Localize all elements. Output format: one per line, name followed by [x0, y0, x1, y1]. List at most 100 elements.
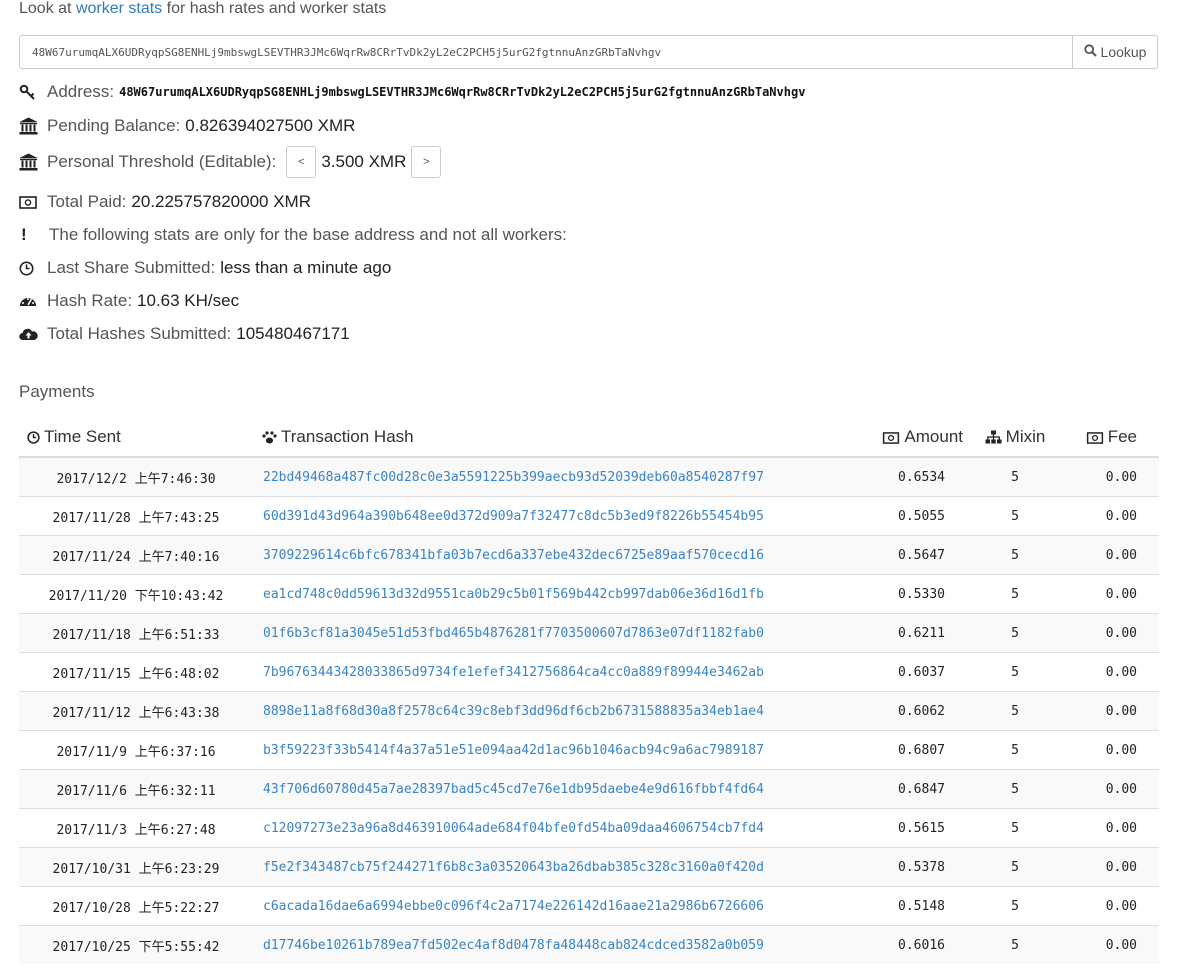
money-icon: [19, 195, 47, 209]
pending-balance-label: Pending Balance:: [47, 116, 181, 135]
header-fee[interactable]: Fee: [1063, 419, 1159, 458]
last-share-value: less than a minute ago: [220, 258, 392, 277]
cell-time: 2017/11/15 上午6:48:02: [19, 652, 253, 692]
lookup-button-label: Lookup: [1100, 44, 1147, 60]
payments-body: 2017/12/2 上午7:46:30 22bd49468a487fc00d28c…: [19, 456, 1159, 964]
cell-hash: b3f59223f33b5414f4a37a51e51e094aa42d1ac9…: [253, 730, 827, 770]
cell-fee: 0.00: [1063, 925, 1159, 964]
transaction-hash-link[interactable]: 8898e11a8f68d30a8f2578c64c39c8ebf3dd96df…: [263, 704, 764, 719]
key-icon: [19, 84, 47, 101]
transaction-hash-link[interactable]: 7b96763443428033865d9734fe1efef341275686…: [263, 665, 764, 680]
total-paid-row: Total Paid: 20.225757820000 XMR: [19, 190, 311, 214]
cell-amount: 0.5647: [827, 535, 967, 575]
cell-time: 2017/11/18 上午6:51:33: [19, 613, 253, 653]
intro-suffix: for hash rates and worker stats: [162, 0, 387, 17]
cell-time: 2017/12/2 上午7:46:30: [19, 456, 253, 497]
payments-title: Payments: [19, 382, 95, 401]
table-row: 2017/10/31 上午6:23:29 f5e2f343487cb75f2442…: [19, 847, 1159, 887]
transaction-hash-link[interactable]: c12097273e23a96a8d463910064ade684f04bfe0…: [263, 821, 764, 836]
header-time-label: Time Sent: [44, 426, 121, 446]
intro-text: Look at worker stats for hash rates and …: [19, 0, 386, 18]
cell-time: 2017/11/12 上午6:43:38: [19, 691, 253, 731]
cell-time: 2017/11/9 上午6:37:16: [19, 730, 253, 770]
cell-hash: d17746be10261b789ea7fd502ec4af8d0478fa48…: [253, 925, 827, 964]
cell-time: 2017/11/20 下午10:43:42: [19, 574, 253, 614]
table-row: 2017/10/28 上午5:22:27 c6acada16dae6a6994eb…: [19, 886, 1159, 926]
cloud-upload-icon: [19, 327, 47, 341]
cell-hash: 01f6b3cf81a3045e51d53fbd465b4876281f7703…: [253, 613, 827, 653]
header-amount-label: Amount: [904, 426, 963, 446]
cell-amount: 0.6211: [827, 613, 967, 653]
cell-mixin: 5: [967, 535, 1063, 575]
table-row: 2017/12/2 上午7:46:30 22bd49468a487fc00d28c…: [19, 456, 1159, 497]
pending-balance-row: Pending Balance: 0.826394027500 XMR: [19, 114, 355, 138]
cell-fee: 0.00: [1063, 456, 1159, 497]
threshold-increase-button[interactable]: >: [411, 146, 442, 178]
bank-icon: [19, 153, 47, 171]
cell-fee: 0.00: [1063, 574, 1159, 614]
transaction-hash-link[interactable]: 3709229614c6bfc678341bfa03b7ecd6a337ebe4…: [263, 548, 764, 563]
exclamation-icon: !: [21, 225, 27, 244]
cell-hash: 22bd49468a487fc00d28c0e3a5591225b399aecb…: [253, 456, 827, 497]
total-hashes-label: Total Hashes Submitted:: [47, 324, 232, 343]
header-mixin-label: Mixin: [1005, 426, 1046, 446]
total-hashes-row: Total Hashes Submitted: 105480467171: [19, 322, 350, 346]
clock-icon: [27, 429, 40, 449]
transaction-hash-link[interactable]: ea1cd748c0dd59613d32d9551ca0b29c5b01f569…: [263, 587, 764, 602]
address-label: Address:: [47, 82, 115, 101]
cell-hash: 3709229614c6bfc678341bfa03b7ecd6a337ebe4…: [253, 535, 827, 575]
total-hashes-value: 105480467171: [236, 324, 350, 343]
transaction-hash-link[interactable]: 60d391d43d964a390b648ee0d372d909a7f32477…: [263, 509, 764, 524]
address-input[interactable]: [19, 35, 1072, 69]
cell-time: 2017/10/28 上午5:22:27: [19, 886, 253, 926]
transaction-hash-link[interactable]: 22bd49468a487fc00d28c0e3a5591225b399aecb…: [263, 470, 764, 485]
cell-fee: 0.00: [1063, 613, 1159, 653]
transaction-hash-link[interactable]: 43f706d60780d45a7ae28397bad5c45cd7e76e1d…: [263, 782, 764, 797]
paw-icon: [262, 429, 277, 449]
lookup-button[interactable]: Lookup: [1072, 35, 1158, 69]
cell-amount: 0.6037: [827, 652, 967, 692]
transaction-hash-link[interactable]: d17746be10261b789ea7fd502ec4af8d0478fa48…: [263, 938, 764, 953]
clock-icon: [19, 261, 47, 276]
table-row: 2017/11/28 上午7:43:25 60d391d43d964a390b64…: [19, 496, 1159, 536]
header-mixin[interactable]: Mixin: [967, 419, 1063, 458]
cell-time: 2017/11/3 上午6:27:48: [19, 808, 253, 848]
cell-time: 2017/10/25 下午5:55:42: [19, 925, 253, 964]
cell-hash: 43f706d60780d45a7ae28397bad5c45cd7e76e1d…: [253, 769, 827, 809]
cell-mixin: 5: [967, 613, 1063, 653]
cell-time: 2017/11/24 上午7:40:16: [19, 535, 253, 575]
transaction-hash-link[interactable]: c6acada16dae6a6994ebbe0c096f4c2a7174e226…: [263, 899, 764, 914]
money-icon: [1086, 429, 1104, 449]
cell-hash: f5e2f343487cb75f244271f6b8c3a03520643ba2…: [253, 847, 827, 887]
transaction-hash-link[interactable]: b3f59223f33b5414f4a37a51e51e094aa42d1ac9…: [263, 743, 764, 758]
last-share-row: Last Share Submitted: less than a minute…: [19, 256, 391, 280]
table-row: 2017/10/25 下午5:55:42 d17746be10261b789ea7…: [19, 925, 1159, 964]
sitemap-icon: [985, 429, 1002, 449]
cell-mixin: 5: [967, 925, 1063, 964]
threshold-decrease-button[interactable]: <: [286, 146, 317, 178]
cell-time: 2017/11/28 上午7:43:25: [19, 496, 253, 536]
transaction-hash-link[interactable]: f5e2f343487cb75f244271f6b8c3a03520643ba2…: [263, 860, 764, 875]
hash-rate-value: 10.63 KH/sec: [137, 291, 240, 310]
worker-stats-link[interactable]: worker stats: [76, 0, 162, 17]
header-time[interactable]: Time Sent: [19, 419, 253, 458]
cell-mixin: 5: [967, 574, 1063, 614]
cell-fee: 0.00: [1063, 730, 1159, 770]
total-paid-value: 20.225757820000 XMR: [131, 192, 311, 211]
address-row: Address: 48W67urumqALX6UDRyqpSG8ENHLj9mb…: [19, 80, 805, 104]
header-hash[interactable]: Transaction Hash: [253, 419, 827, 458]
total-paid-label: Total Paid:: [47, 192, 127, 211]
cell-hash: 60d391d43d964a390b648ee0d372d909a7f32477…: [253, 496, 827, 536]
lookup-bar: Lookup: [19, 35, 1158, 69]
transaction-hash-link[interactable]: 01f6b3cf81a3045e51d53fbd465b4876281f7703…: [263, 626, 764, 641]
cell-amount: 0.5330: [827, 574, 967, 614]
cell-amount: 0.6847: [827, 769, 967, 809]
cell-amount: 0.6062: [827, 691, 967, 731]
table-row: 2017/11/12 上午6:43:38 8898e11a8f68d30a8f25…: [19, 691, 1159, 731]
cell-amount: 0.6807: [827, 730, 967, 770]
cell-fee: 0.00: [1063, 691, 1159, 731]
cell-hash: 7b96763443428033865d9734fe1efef341275686…: [253, 652, 827, 692]
cell-fee: 0.00: [1063, 769, 1159, 809]
header-amount[interactable]: Amount: [827, 419, 967, 458]
table-row: 2017/11/24 上午7:40:16 3709229614c6bfc67834…: [19, 535, 1159, 575]
